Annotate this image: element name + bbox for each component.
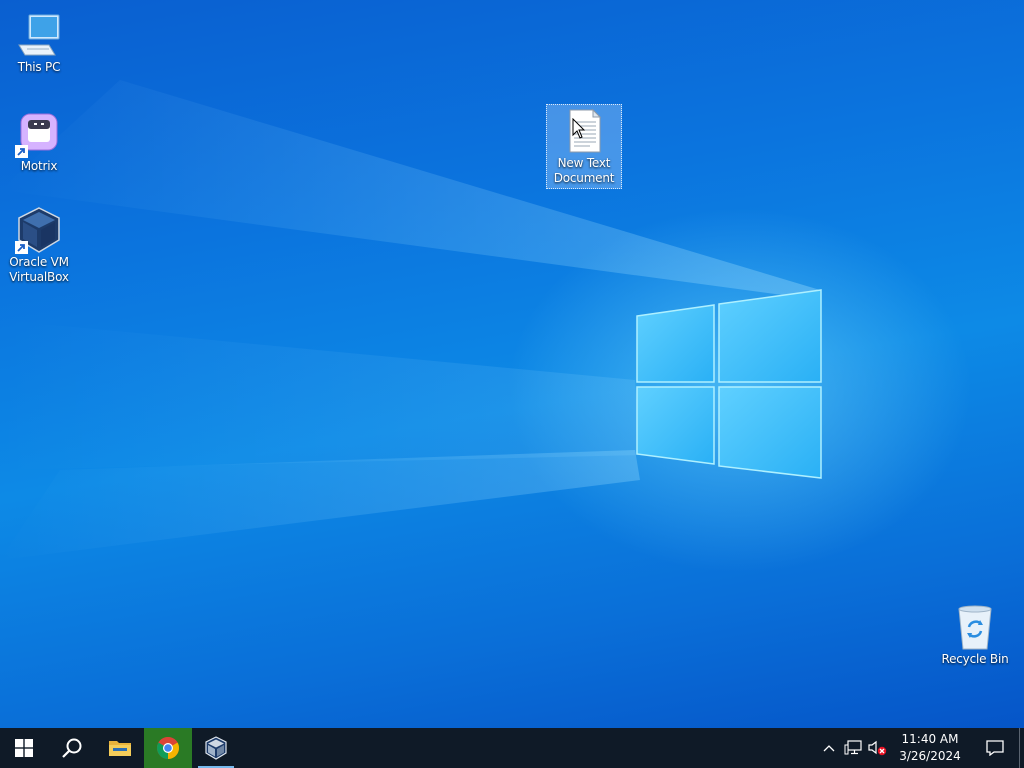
- text-document-icon: [560, 107, 608, 155]
- start-button[interactable]: [0, 728, 48, 768]
- desktop-icon-new-text-document[interactable]: New Text Document: [546, 104, 622, 189]
- desktop[interactable]: This PC Motrix Oracle VM VirtualBox New …: [0, 0, 1024, 728]
- clock-time: 11:40 AM: [901, 732, 959, 746]
- volume-button[interactable]: [865, 728, 889, 768]
- clock-date: 3/26/2024: [899, 749, 961, 763]
- icon-label: This PC: [17, 60, 61, 74]
- icon-label: Oracle VM VirtualBox: [9, 255, 69, 284]
- chevron-up-icon: [823, 745, 835, 752]
- icon-label: New Text Document: [553, 156, 615, 185]
- show-hidden-icons-button[interactable]: [817, 728, 841, 768]
- action-center-button[interactable]: [971, 728, 1019, 768]
- taskbar-virtualbox[interactable]: [192, 728, 240, 768]
- network-icon: [844, 740, 862, 755]
- icon-label: Recycle Bin: [941, 652, 1009, 666]
- search-button[interactable]: [48, 728, 96, 768]
- network-button[interactable]: [841, 728, 865, 768]
- recycle-bin-icon: [951, 603, 999, 651]
- volume-muted-icon: [868, 740, 887, 756]
- motrix-icon: [15, 110, 63, 158]
- shortcut-arrow-icon: [15, 241, 28, 254]
- taskbar-file-explorer[interactable]: [96, 728, 144, 768]
- windows-logo-wallpaper: [636, 289, 822, 479]
- windows-start-icon: [15, 739, 33, 757]
- taskbar: 11:40 AM 3/26/2024: [0, 728, 1024, 768]
- system-tray: 11:40 AM 3/26/2024: [817, 728, 1024, 768]
- desktop-icon-virtualbox[interactable]: Oracle VM VirtualBox: [1, 203, 77, 286]
- clock[interactable]: 11:40 AM 3/26/2024: [889, 731, 971, 765]
- wallpaper-light-beams: [0, 80, 820, 560]
- virtualbox-icon: [205, 736, 227, 760]
- chrome-icon: [157, 737, 179, 759]
- desktop-icon-recycle-bin[interactable]: Recycle Bin: [937, 600, 1013, 668]
- virtualbox-icon: [15, 206, 63, 254]
- desktop-icon-this-pc[interactable]: This PC: [1, 8, 77, 76]
- shortcut-arrow-icon: [15, 145, 28, 158]
- desktop-icon-motrix[interactable]: Motrix: [1, 107, 77, 175]
- computer-icon: [15, 11, 63, 59]
- file-explorer-icon: [109, 741, 131, 756]
- show-desktop-button[interactable]: [1019, 728, 1024, 768]
- taskbar-chrome[interactable]: [144, 728, 192, 768]
- search-icon: [62, 738, 82, 758]
- icon-label: Motrix: [20, 159, 58, 173]
- action-center-icon: [986, 740, 1004, 756]
